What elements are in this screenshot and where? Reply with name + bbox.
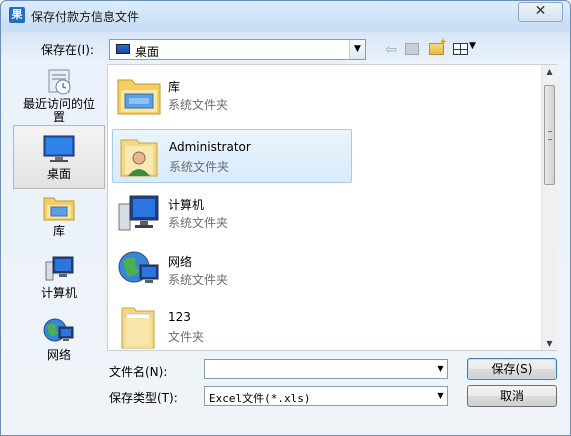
place-label: 桌面	[46, 167, 71, 181]
save-button[interactable]: 保存(S)	[467, 358, 557, 380]
scroll-down-icon[interactable]: ▼	[542, 339, 557, 348]
file-list[interactable]: 库 系统文件夹 Administrator 系统文件夹 计算机 系统文件夹 网络…	[107, 64, 557, 351]
title-bar: 果 保存付款方信息文件 ✕	[1, 1, 570, 31]
place-label: 最近访问的位置	[22, 97, 95, 124]
recent-places-icon	[48, 69, 71, 95]
file-type: 系统文件夹	[168, 273, 229, 287]
view-menu-icon[interactable]	[453, 43, 468, 55]
save-in-dropdown[interactable]: 桌面 ▼	[109, 39, 366, 60]
filetype-value: Excel文件(*.xls)	[209, 392, 311, 405]
filetype-label: 保存类型(T):	[109, 391, 178, 405]
filename-label: 文件名(N):	[109, 365, 168, 379]
place-computer[interactable]: 计算机	[13, 254, 105, 306]
place-label: 计算机	[40, 286, 77, 300]
scroll-up-icon[interactable]: ▲	[542, 67, 557, 76]
save-in-value: 桌面	[135, 45, 160, 59]
cancel-button[interactable]: 取消	[467, 385, 557, 407]
list-item[interactable]: 计算机 系统文件夹	[112, 186, 352, 240]
filename-field[interactable]: ▼	[204, 359, 448, 379]
file-type: 系统文件夹	[169, 160, 230, 174]
file-name: 计算机	[168, 198, 205, 212]
list-item[interactable]: 123 文件夹	[112, 300, 352, 350]
back-icon[interactable]: ⇦	[382, 41, 400, 59]
app-icon: 果	[9, 7, 25, 23]
desktop-icon	[43, 135, 75, 162]
file-type: 系统文件夹	[168, 98, 229, 112]
scroll-thumb[interactable]	[544, 85, 555, 185]
user-folder-icon	[120, 139, 158, 177]
folder-icon	[121, 307, 155, 349]
computer-icon	[118, 195, 159, 231]
new-sparkle-icon: ✦	[439, 37, 448, 48]
network-icon	[118, 251, 159, 283]
file-name: 库	[168, 80, 181, 94]
file-name: Administrator	[169, 140, 251, 154]
file-type: 文件夹	[168, 330, 205, 344]
libraries-folder-icon	[117, 79, 161, 115]
file-type: 系统文件夹	[168, 216, 229, 230]
desktop-icon	[116, 44, 130, 54]
chevron-down-icon[interactable]: ▼	[349, 40, 365, 59]
list-item[interactable]: 库 系统文件夹	[112, 68, 352, 122]
up-folder-icon[interactable]	[405, 43, 419, 55]
chevron-down-icon[interactable]: ▼	[434, 387, 447, 405]
save-dialog: 果 保存付款方信息文件 ✕ 保存在(I): 桌面 ▼ ⇦ ✦ ▼ 最近访问的位置	[0, 0, 571, 436]
grip-icon	[548, 131, 552, 140]
place-libraries[interactable]: 库	[13, 192, 105, 244]
place-label: 库	[52, 224, 65, 238]
place-recent[interactable]: 最近访问的位置	[13, 66, 105, 124]
vertical-scrollbar[interactable]: ▲ ▼	[541, 65, 557, 350]
libraries-icon	[43, 197, 75, 221]
close-button[interactable]: ✕	[518, 2, 563, 22]
place-network[interactable]: 网络	[13, 316, 105, 368]
place-desktop[interactable]: 桌面	[13, 125, 105, 189]
place-label: 网络	[46, 348, 71, 362]
places-bar: 最近访问的位置 桌面 库 计算机 网络	[13, 64, 105, 374]
filetype-select[interactable]: Excel文件(*.xls) ▼	[204, 386, 448, 406]
computer-icon	[45, 256, 74, 281]
save-in-label: 保存在(I):	[41, 43, 94, 57]
dialog-title: 保存付款方信息文件	[31, 10, 140, 24]
file-name: 网络	[168, 255, 193, 269]
chevron-down-icon[interactable]: ▼	[434, 360, 447, 378]
list-item[interactable]: 网络 系统文件夹	[112, 243, 352, 297]
list-item[interactable]: Administrator 系统文件夹	[112, 129, 352, 183]
file-name: 123	[168, 310, 191, 324]
network-icon	[43, 318, 74, 342]
view-chevron-down-icon[interactable]: ▼	[469, 41, 476, 51]
